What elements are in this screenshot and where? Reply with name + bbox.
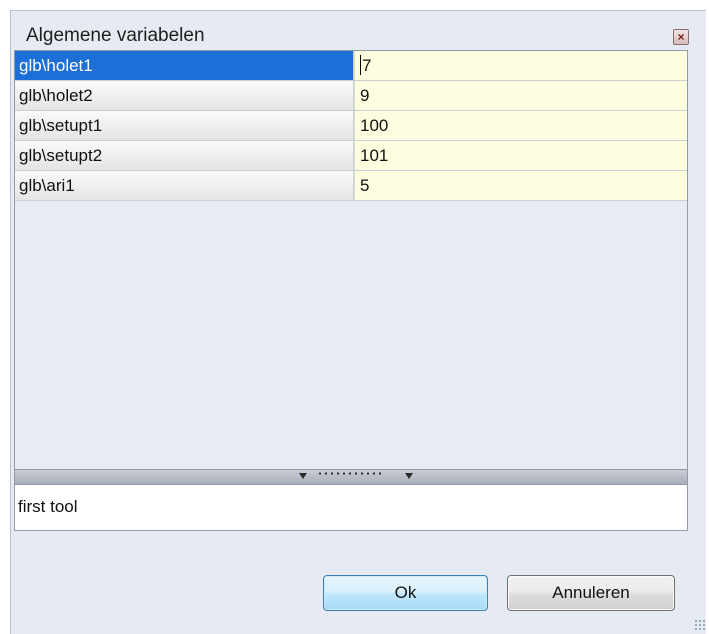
splitter-down-arrow-icon: [405, 473, 413, 479]
variable-value-cell[interactable]: 101: [354, 141, 687, 170]
cancel-button[interactable]: Annuleren: [507, 575, 675, 611]
variable-name-cell[interactable]: glb\ari1: [15, 171, 354, 200]
table-row[interactable]: glb\setupt2 101: [15, 141, 687, 171]
variable-value-cell[interactable]: 9: [354, 81, 687, 110]
variable-value-cell[interactable]: 5: [354, 171, 687, 200]
description-text: first tool: [18, 497, 78, 516]
table-row[interactable]: glb\holet2 9: [15, 81, 687, 111]
panel-splitter[interactable]: [14, 470, 688, 484]
ok-button[interactable]: Ok: [323, 575, 488, 611]
splitter-grip-icon: [317, 472, 381, 475]
table-row[interactable]: glb\ari1 5: [15, 171, 687, 201]
table-row[interactable]: glb\setupt1 100: [15, 111, 687, 141]
variables-grid: glb\holet1 7 glb\holet2 9 glb\setupt1 10…: [14, 50, 688, 470]
variable-name-cell[interactable]: glb\setupt2: [15, 141, 354, 170]
variable-name-cell[interactable]: glb\setupt1: [15, 111, 354, 140]
variable-value-cell[interactable]: 7: [354, 51, 687, 80]
variable-value-text: 7: [362, 56, 372, 75]
splitter-down-arrow-icon: [299, 473, 307, 479]
table-row[interactable]: glb\holet1 7: [15, 51, 687, 81]
description-panel: first tool: [14, 484, 688, 531]
variable-value-cell[interactable]: 100: [354, 111, 687, 140]
resize-grip-icon[interactable]: [694, 619, 706, 631]
variable-name-cell[interactable]: glb\holet1: [15, 51, 354, 80]
close-icon[interactable]: ×: [673, 29, 689, 45]
dialog-title: Algemene variabelen: [26, 25, 205, 46]
text-caret: [360, 55, 361, 76]
variable-name-cell[interactable]: glb\holet2: [15, 81, 354, 110]
